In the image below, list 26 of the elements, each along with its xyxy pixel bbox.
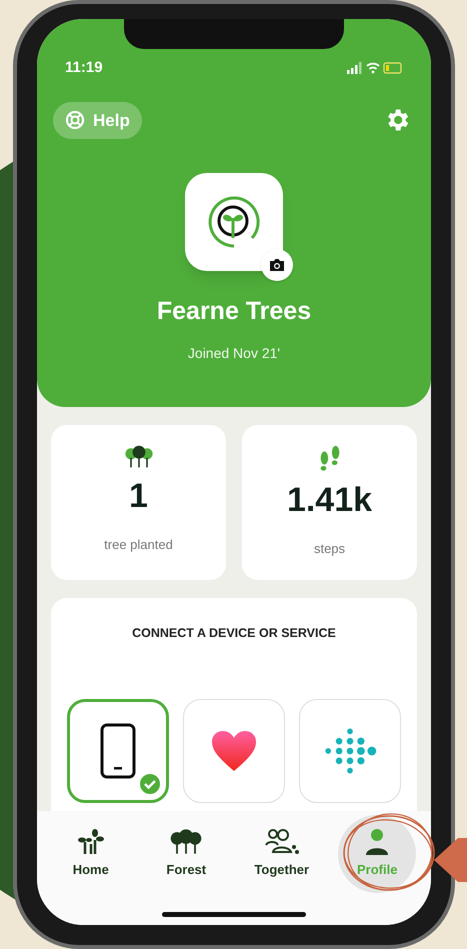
pointer-arrow-annotation <box>434 836 467 884</box>
joined-date: Joined Nov 21' <box>186 344 282 362</box>
camera-icon <box>269 257 285 273</box>
trees-icon <box>168 828 204 856</box>
stat-value: 1.41k <box>286 483 372 517</box>
sprout-logo-icon <box>206 194 262 250</box>
trees-icon <box>122 445 154 469</box>
checkmark-icon <box>138 772 162 796</box>
tab-item[interactable]: Home <box>64 821 117 887</box>
tab-item[interactable]: Forest <box>158 821 214 887</box>
heart-icon <box>210 728 258 773</box>
status-indicators-icon <box>347 62 403 74</box>
stat-value: 1 <box>129 479 148 513</box>
tab-item[interactable]: Together <box>246 821 318 887</box>
device-tile[interactable] <box>67 698 169 803</box>
smartphone-icon <box>100 722 136 779</box>
stat-label: steps <box>314 540 346 558</box>
avatar-tile[interactable] <box>185 173 283 271</box>
connect-title: CONNECT A DEVICE OR SERVICE <box>131 625 337 642</box>
camera-button[interactable] <box>261 249 293 281</box>
stat-label: tree planted <box>104 536 173 554</box>
lifebuoy-icon <box>65 110 85 130</box>
status-time: 11:19 <box>65 58 103 78</box>
profile-name: Fearne Trees <box>156 296 312 327</box>
sprout-icon <box>76 828 105 856</box>
people-icon <box>264 828 300 856</box>
